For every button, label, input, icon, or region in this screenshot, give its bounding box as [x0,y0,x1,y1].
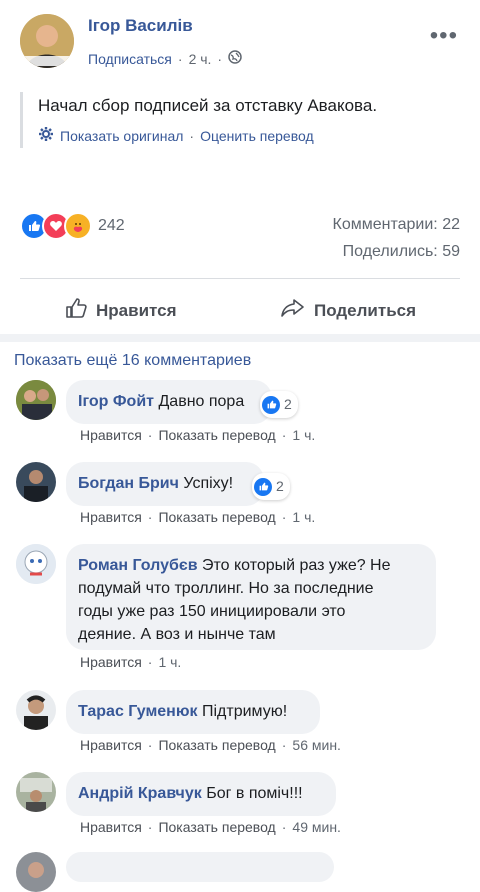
comment-time[interactable]: 49 мин. [292,819,341,835]
like-reaction-icon [262,395,280,414]
gear-icon[interactable] [38,126,54,145]
like-reaction-icon [254,477,272,496]
reactions-count: 242 [98,217,125,234]
post-time[interactable]: 2 ч. [189,51,212,67]
commenter-avatar[interactable] [16,380,56,420]
like-button[interactable]: Нравится [64,296,177,325]
post-text: Начал сбор подписей за отставку Авакова. [38,96,378,115]
thumbs-up-icon [64,296,88,325]
separator: · [189,127,195,144]
comments-count[interactable]: Комментарии: 22 [333,216,460,234]
author-avatar[interactable] [20,14,74,68]
comment-author[interactable]: Андрій Кравчук [78,785,202,802]
separator: · [281,819,287,835]
comment-actions: Нравится · 1 ч. [80,654,181,670]
commenter-avatar[interactable] [16,690,56,730]
show-original-link[interactable]: Показать оригинал [60,128,183,144]
comment-bubble: Андрій Кравчук Бог в поміч!!! [66,772,336,816]
comment-bubble: Роман Голубєв Это который раз уже? Не по… [66,544,436,650]
comment-author[interactable]: Ігор Фойт [78,393,154,410]
follow-link[interactable]: Подписаться [88,51,172,67]
care-reaction-icon [64,212,92,240]
meta-separator: · [217,50,223,67]
comment-like-link[interactable]: Нравится [80,737,142,753]
commenter-avatar[interactable] [16,462,56,502]
comment-like-link[interactable]: Нравится [80,509,142,525]
separator: · [281,427,287,443]
comment-translate-link[interactable]: Показать перевод [158,427,275,443]
divider [20,278,460,279]
comment-time[interactable]: 1 ч. [158,654,181,670]
comment-text: Успіху! [183,475,234,492]
comment-reaction-count: 2 [276,478,284,494]
post-menu-icon[interactable]: ••• [430,22,458,50]
comment-actions: Нравится · Показать перевод · 1 ч. [80,509,315,525]
globe-icon [228,50,242,67]
comment-time[interactable]: 1 ч. [292,427,315,443]
separator: · [281,509,287,525]
shares-count[interactable]: Поделились: 59 [343,243,460,261]
rate-translation-link[interactable]: Оценить перевод [200,128,314,144]
separator: · [147,509,153,525]
comment-like-link[interactable]: Нравится [80,427,142,443]
comment-like-link[interactable]: Нравится [80,819,142,835]
comment-bubble: Тарас Гуменюк Підтримую! [66,690,320,734]
comment-text: Давно пора [158,393,245,410]
share-button-label: Поделиться [314,300,417,320]
show-more-comments-link[interactable]: Показать ещё 16 комментариев [14,352,251,370]
comment-actions: Нравится · Показать перевод · 49 мин. [80,819,341,835]
comment-line: Роман Голубєв Это который раз уже? Не [78,554,424,577]
separator: · [147,737,153,753]
commenter-avatar[interactable] [16,772,56,812]
separator: · [281,737,287,753]
comment-actions: Нравится · Показать перевод · 56 мин. [80,737,341,753]
commenter-avatar[interactable] [16,544,56,584]
comment-text: подумай что троллинг. Но за последние [78,580,374,597]
commenter-avatar[interactable] [16,852,56,892]
translation-controls: Показать оригинал · Оценить перевод [38,126,314,145]
comment-bubble: Ігор Фойт Давно пора 2 [66,380,298,424]
comment-reactions[interactable]: 2 [260,391,298,418]
post-meta: Подписаться · 2 ч. · [88,50,242,67]
comment-time[interactable]: 56 мин. [292,737,341,753]
comment-author[interactable]: Тарас Гуменюк [78,703,198,720]
comment-bubble [66,852,334,882]
like-button-label: Нравится [96,300,177,320]
comment-author[interactable]: Богдан Брич [78,475,179,492]
comment-author[interactable]: Роман Голубєв [78,557,198,574]
reactions-summary[interactable]: 242 [20,212,125,240]
separator: · [147,427,153,443]
share-button[interactable]: Поделиться [280,296,416,325]
comment-text: Підтримую! [201,703,288,720]
comment-like-link[interactable]: Нравится [80,654,142,670]
comment-text: Это который раз уже? Не [201,557,391,574]
comment-text: Бог в поміч!!! [206,785,303,802]
comment-reaction-count: 2 [284,396,292,412]
comment-time[interactable]: 1 ч. [292,509,315,525]
comment-bubble: Богдан Брич Успіху! 2 [66,462,290,506]
comment-translate-link[interactable]: Показать перевод [158,737,275,753]
post-author-name[interactable]: Ігор Василів [88,16,193,36]
separator: · [147,654,153,670]
comment-text: годы уже раз 150 инициировали это [78,603,346,620]
comment-actions: Нравится · Показать перевод · 1 ч. [80,427,315,443]
comment-translate-link[interactable]: Показать перевод [158,509,275,525]
comment-translate-link[interactable]: Показать перевод [158,819,275,835]
share-arrow-icon [280,296,306,325]
meta-separator: · [177,50,183,67]
translation-quote-bar [20,92,23,148]
section-separator [0,334,480,342]
comment-text: деяние. А воз и нынче там [78,626,276,643]
separator: · [147,819,153,835]
comment-reactions[interactable]: 2 [252,473,290,500]
